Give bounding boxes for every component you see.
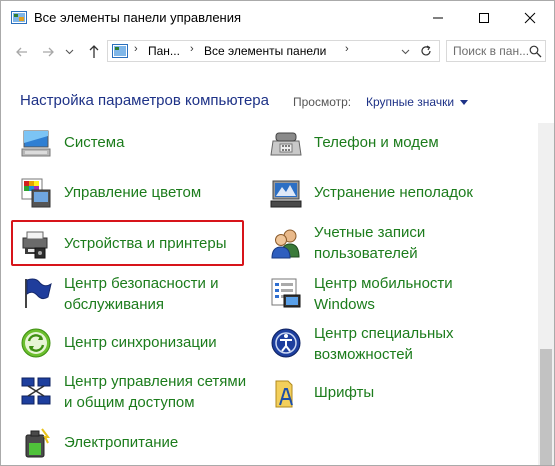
item-label-line2: обслуживания	[64, 296, 165, 313]
breadcrumb-separator-icon[interactable]: ›	[134, 43, 138, 55]
item-label: Система	[64, 134, 125, 151]
selection-highlight	[11, 220, 244, 266]
item-color-management[interactable]: Управление цветом	[20, 177, 240, 211]
item-label: Центр мобильности	[314, 275, 453, 292]
system-icon	[21, 130, 51, 157]
item-label: Центр специальных	[314, 325, 454, 342]
item-label: Устранение неполадок	[314, 184, 473, 201]
forward-arrow-icon[interactable]	[41, 45, 55, 59]
item-label: Центр безопасности и	[64, 275, 219, 292]
title-bar: Все элементы панели управления	[1, 1, 554, 35]
item-label: Учетные записи	[314, 224, 426, 241]
breadcrumb-separator-icon[interactable]: ›	[190, 43, 194, 55]
item-label: Центр синхронизации	[64, 334, 217, 351]
item-label: Управление цветом	[64, 184, 202, 201]
up-arrow-icon[interactable]	[87, 44, 101, 59]
view-mode-dropdown[interactable]: Крупные значки	[366, 95, 469, 109]
ease-of-access-icon	[271, 328, 301, 358]
item-label-line2: Windows	[314, 296, 375, 313]
item-security-and-maintenance[interactable]: Центр безопасности и обслуживания	[20, 273, 240, 317]
maximize-button[interactable]	[461, 1, 507, 35]
phone-modem-icon	[270, 132, 302, 156]
close-button[interactable]	[507, 1, 553, 35]
item-power-options[interactable]: Электропитание	[20, 427, 240, 461]
fonts-icon	[275, 380, 293, 408]
recent-dropdown-icon[interactable]	[65, 49, 74, 55]
item-label: Телефон и модем	[314, 134, 439, 151]
scrollbar-thumb[interactable]	[540, 349, 552, 465]
view-label: Просмотр:	[293, 95, 352, 109]
refresh-icon[interactable]	[419, 44, 433, 58]
search-input[interactable]: Поиск в пан...	[446, 40, 546, 62]
item-label-line2: возможностей	[314, 346, 413, 363]
search-icon[interactable]	[529, 45, 542, 58]
window-title: Все элементы панели управления	[34, 10, 242, 25]
breadcrumb-separator-icon[interactable]: ›	[345, 43, 349, 55]
security-flag-icon	[25, 278, 52, 308]
item-label: Электропитание	[64, 434, 179, 451]
breadcrumb-panel[interactable]: Пан...	[148, 44, 180, 58]
control-panel-app-icon	[11, 11, 27, 24]
user-accounts-icon	[271, 229, 300, 259]
sync-center-icon	[21, 328, 51, 358]
page-title: Настройка параметров компьютера	[20, 92, 269, 109]
control-panel-window: Все элементы панели управления › Пан... …	[0, 0, 555, 466]
item-label: Шрифты	[314, 384, 375, 401]
item-label-line2: и общим доступом	[64, 394, 195, 411]
item-fonts[interactable]: Шрифты	[270, 377, 490, 411]
view-mode-value: Крупные значки	[366, 95, 455, 109]
close-icon	[524, 12, 536, 24]
item-label: Центр управления сетями	[64, 373, 247, 390]
item-system[interactable]: Система	[20, 127, 240, 161]
address-dropdown-icon[interactable]	[401, 49, 410, 55]
item-network-and-sharing-center[interactable]: Центр управления сетями и общим доступом	[20, 371, 260, 415]
minimize-icon	[433, 17, 443, 19]
mobility-center-icon	[271, 278, 301, 308]
back-arrow-icon[interactable]	[15, 45, 29, 59]
item-ease-of-access-center[interactable]: Центр специальных возможностей	[270, 323, 490, 367]
item-sync-center[interactable]: Центр синхронизации	[20, 327, 240, 361]
troubleshooting-icon	[270, 180, 302, 208]
control-panel-small-icon	[112, 44, 128, 58]
address-field[interactable]: › Пан... › Все элементы панели ›	[107, 40, 440, 62]
power-options-icon	[25, 428, 50, 458]
item-label-line2: пользователей	[314, 245, 418, 262]
network-center-icon	[21, 377, 51, 405]
color-management-icon	[21, 178, 51, 208]
item-user-accounts[interactable]: Учетные записи пользователей	[270, 222, 490, 266]
breadcrumb-all-items[interactable]: Все элементы панели	[204, 44, 326, 58]
maximize-icon	[479, 13, 489, 23]
item-windows-mobility-center[interactable]: Центр мобильности Windows	[270, 273, 490, 317]
minimize-button[interactable]	[415, 1, 461, 35]
item-phone-and-modem[interactable]: Телефон и модем	[270, 127, 490, 161]
chevron-down-icon	[460, 100, 469, 106]
item-troubleshooting[interactable]: Устранение неполадок	[270, 177, 490, 211]
search-placeholder: Поиск в пан...	[453, 44, 530, 58]
